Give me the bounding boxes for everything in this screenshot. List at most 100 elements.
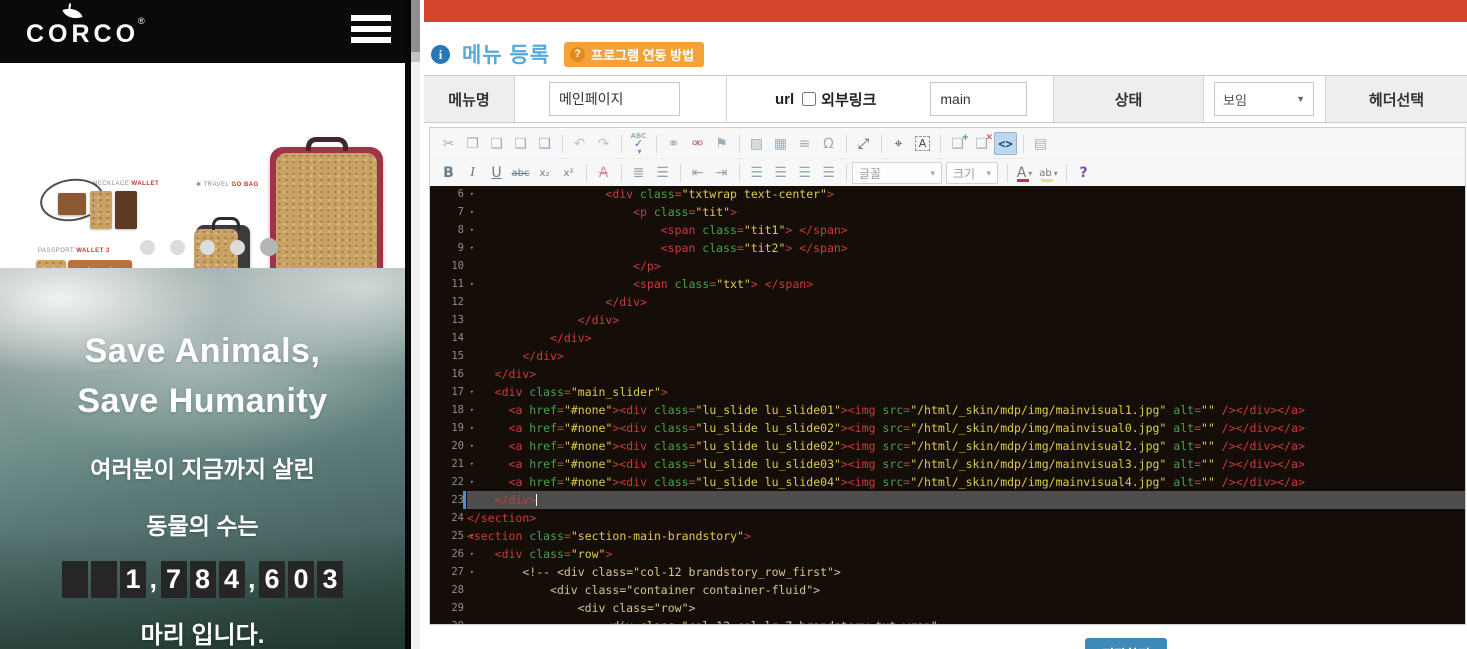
unlink-icon[interactable]: ⚮: [686, 132, 709, 155]
code-line-9[interactable]: 9▾<span class="tit2"> </span>: [430, 239, 1465, 257]
status-select[interactable]: 보임 ▼: [1214, 82, 1314, 116]
fold-arrow-icon[interactable]: ▾: [470, 545, 474, 563]
code-line-6[interactable]: 6▾<div class="txtwrap text-center">: [430, 186, 1465, 203]
fold-arrow-icon[interactable]: ▾: [470, 401, 474, 419]
code-line-23[interactable]: 23</div>: [430, 491, 1465, 509]
fold-arrow-icon[interactable]: ▾: [470, 527, 474, 545]
hamburger-menu-icon[interactable]: [351, 15, 391, 45]
code-line-26[interactable]: 26▾<div class="row">: [430, 545, 1465, 563]
fold-arrow-icon[interactable]: ▾: [470, 455, 474, 473]
tag-insert-icon[interactable]: ❑+: [946, 132, 969, 155]
bullet-list-icon[interactable]: ☰: [651, 162, 674, 185]
strike-icon[interactable]: abc: [509, 162, 532, 185]
link-icon[interactable]: ⚭: [662, 132, 685, 155]
code-line-24[interactable]: 24</section>: [430, 509, 1465, 527]
horizontal-rule-icon[interactable]: ≡: [793, 132, 816, 155]
find-replace-icon[interactable]: ⌖: [887, 132, 910, 155]
fold-arrow-icon[interactable]: ▾: [470, 383, 474, 401]
code-line-17[interactable]: 17▾<div class="main_slider">: [430, 383, 1465, 401]
align-center-icon[interactable]: ☰: [769, 162, 792, 185]
external-link-checkbox[interactable]: [802, 92, 816, 106]
code-line-15[interactable]: 15</div>: [430, 347, 1465, 365]
code-line-10[interactable]: 10</p>: [430, 257, 1465, 275]
code-line-18[interactable]: 18▾<a href="#none"><div class="lu_slide …: [430, 401, 1465, 419]
undo-icon[interactable]: ↶: [568, 132, 591, 155]
fold-arrow-icon[interactable]: ▾: [470, 221, 474, 239]
code-line-25[interactable]: 25▾<section class="section-main-brandsto…: [430, 527, 1465, 545]
align-justify-icon[interactable]: ☰: [817, 162, 840, 185]
about-help-icon[interactable]: ?: [1072, 162, 1095, 185]
paste-icon[interactable]: ❑: [485, 132, 508, 155]
bg-color-icon[interactable]: ab▾: [1037, 162, 1060, 185]
fold-arrow-icon[interactable]: ▾: [470, 239, 474, 257]
paste-text-icon[interactable]: ❑: [509, 132, 532, 155]
special-char-icon[interactable]: Ω: [817, 132, 840, 155]
line-number: 6▾: [430, 186, 467, 203]
indent-icon[interactable]: ⇥: [710, 162, 733, 185]
slider-dot[interactable]: [200, 240, 215, 255]
code-line-13[interactable]: 13</div>: [430, 311, 1465, 329]
code-line-20[interactable]: 20▾<a href="#none"><div class="lu_slide …: [430, 437, 1465, 455]
font-family-select[interactable]: 글꼴▾: [852, 162, 942, 184]
code-line-19[interactable]: 19▾<a href="#none"><div class="lu_slide …: [430, 419, 1465, 437]
code-line-28[interactable]: 28<div class="container container-fluid"…: [430, 581, 1465, 599]
code-line-12[interactable]: 12</div>: [430, 293, 1465, 311]
copy-icon[interactable]: ❐: [461, 132, 484, 155]
hero-title-line1: Save Animals,: [0, 326, 405, 376]
fold-arrow-icon[interactable]: ▾: [470, 563, 474, 581]
fold-arrow-icon[interactable]: ▾: [470, 473, 474, 491]
outdent-icon[interactable]: ⇤: [686, 162, 709, 185]
anchor-flag-icon[interactable]: ⚑: [710, 132, 733, 155]
spellcheck-icon[interactable]: ABC✓▾: [627, 132, 650, 155]
tag-remove-icon[interactable]: ❑✕: [970, 132, 993, 155]
url-input[interactable]: [930, 82, 1027, 116]
underline-icon[interactable]: U: [485, 162, 508, 185]
bold-icon[interactable]: B: [437, 162, 460, 185]
align-right-icon[interactable]: ☰: [793, 162, 816, 185]
code-line-21[interactable]: 21▾<a href="#none"><div class="lu_slide …: [430, 455, 1465, 473]
program-link-help-button[interactable]: ? 프로그램 연동 방법: [564, 42, 704, 67]
source-code-area[interactable]: 6▾<div class="txtwrap text-center">7▾<p …: [430, 186, 1465, 624]
slider-dot[interactable]: [230, 240, 245, 255]
redo-icon[interactable]: ↷: [592, 132, 615, 155]
fold-arrow-icon[interactable]: ▾: [470, 186, 474, 203]
cut-icon[interactable]: ✂: [437, 132, 460, 155]
slider-dot[interactable]: [170, 240, 185, 255]
superscript-icon[interactable]: x²: [557, 162, 580, 185]
image-icon[interactable]: ▨: [745, 132, 768, 155]
code-line-14[interactable]: 14</div>: [430, 329, 1465, 347]
code-line-7[interactable]: 7▾<p class="tit">: [430, 203, 1465, 221]
corco-logo[interactable]: CORCO ®: [26, 6, 156, 58]
fold-arrow-icon[interactable]: ▾: [470, 203, 474, 221]
code-line-16[interactable]: 16</div>: [430, 365, 1465, 383]
code-line-27[interactable]: 27▾<!-- <div class="col-12 brandstory_ro…: [430, 563, 1465, 581]
ordered-list-icon[interactable]: ≣: [627, 162, 650, 185]
code-line-8[interactable]: 8▾<span class="tit1"> </span>: [430, 221, 1465, 239]
font-size-select[interactable]: 크기▾: [946, 162, 998, 184]
source-button[interactable]: <>: [994, 132, 1017, 155]
italic-icon[interactable]: I: [461, 162, 484, 185]
subscript-icon[interactable]: x₂: [533, 162, 556, 185]
text-color-icon[interactable]: A▾: [1013, 162, 1036, 185]
slider-dot[interactable]: [260, 238, 278, 256]
fold-arrow-icon[interactable]: ▾: [470, 419, 474, 437]
product-slider[interactable]: NECKLACE WALLET ✱ TRAVEL GO BAG PASSPORT…: [0, 63, 405, 268]
save-button[interactable]: 저장하기: [1085, 638, 1167, 649]
select-all-icon[interactable]: A: [911, 132, 934, 155]
paste-word-icon[interactable]: ❑: [533, 132, 556, 155]
preview-scrollbar[interactable]: [411, 0, 420, 649]
fold-arrow-icon[interactable]: ▾: [470, 437, 474, 455]
align-left-icon[interactable]: ☰: [745, 162, 768, 185]
slider-dot[interactable]: [140, 240, 155, 255]
scrollbar-thumb[interactable]: [411, 0, 420, 52]
table-icon[interactable]: ▦: [769, 132, 792, 155]
code-line-11[interactable]: 11▾<span class="txt"> </span>: [430, 275, 1465, 293]
maximize-icon[interactable]: ⤢: [852, 132, 875, 155]
print-icon[interactable]: ▤: [1029, 132, 1052, 155]
remove-format-icon[interactable]: A: [592, 162, 615, 185]
code-line-29[interactable]: 29<div class="row">: [430, 599, 1465, 617]
fold-arrow-icon[interactable]: ▾: [470, 275, 474, 293]
code-line-30[interactable]: 30<div class="col-12 col-lg-7 brandstory…: [430, 617, 1465, 624]
code-line-22[interactable]: 22▾<a href="#none"><div class="lu_slide …: [430, 473, 1465, 491]
menu-name-input[interactable]: [549, 82, 680, 116]
